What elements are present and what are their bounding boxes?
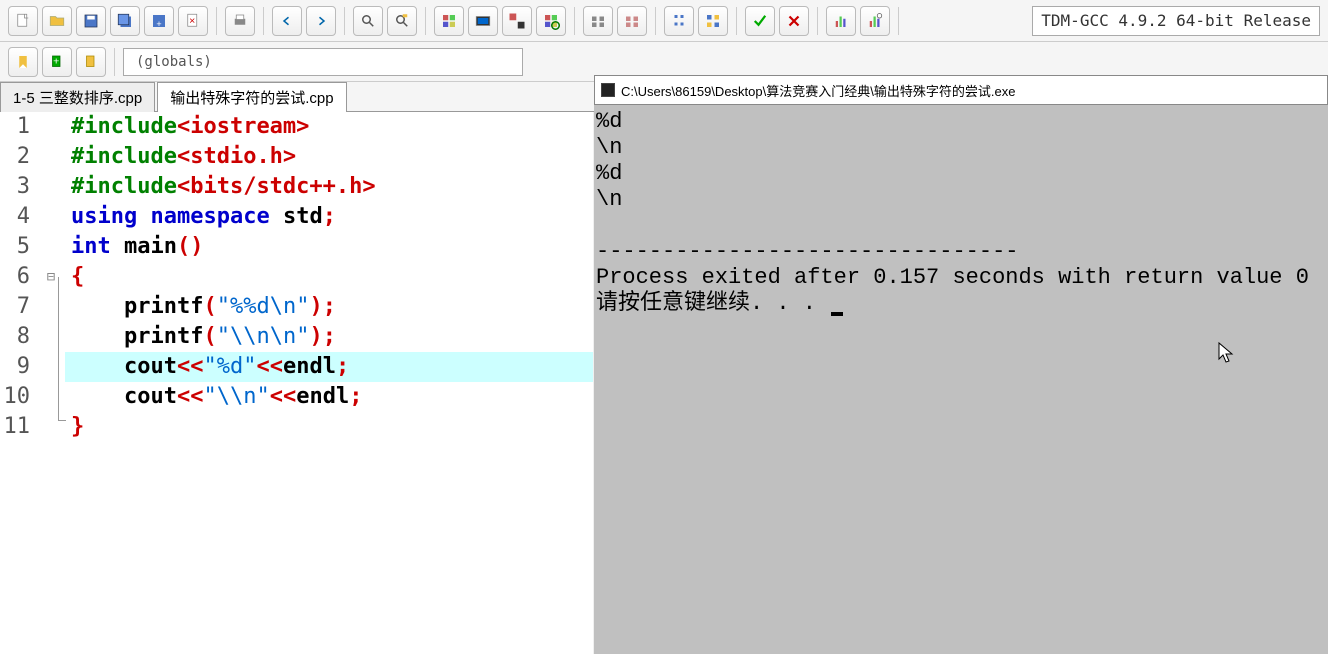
- console-output[interactable]: %d \n %d \n ----------------------------…: [594, 105, 1328, 654]
- code-line[interactable]: int main(): [65, 232, 593, 262]
- close-button[interactable]: ×: [178, 6, 208, 36]
- toolbar-separator: [898, 7, 899, 35]
- console-icon: [601, 83, 615, 97]
- code-line[interactable]: printf("%%d\n");: [65, 292, 593, 322]
- debug-button[interactable]: [583, 6, 613, 36]
- toolbar-separator: [216, 7, 217, 35]
- open-file-button[interactable]: [42, 6, 72, 36]
- tab-file-1[interactable]: 1-5 三整数排序.cpp: [0, 82, 155, 112]
- profile-results-button[interactable]: [860, 6, 890, 36]
- line-number: 6: [0, 262, 30, 292]
- toolbar-separator: [817, 7, 818, 35]
- compiler-selector[interactable]: TDM-GCC 4.9.2 64-bit Release: [1032, 6, 1320, 36]
- line-number: 7: [0, 292, 30, 322]
- print-button[interactable]: [225, 6, 255, 36]
- find-button[interactable]: [353, 6, 383, 36]
- check-button[interactable]: [745, 6, 775, 36]
- code-editor[interactable]: 1 2 3 4 5 6 7 8 9 10 11 ⊟ #include<iostr…: [0, 112, 593, 654]
- svg-text:+: +: [53, 55, 59, 67]
- run-button[interactable]: [468, 6, 498, 36]
- console-line: \n: [596, 135, 622, 160]
- save-button[interactable]: [76, 6, 106, 36]
- console-line: %d: [596, 109, 622, 134]
- console-titlebar[interactable]: C:\Users\86159\Desktop\算法竞赛入门经典\输出特殊字符的尝…: [594, 75, 1328, 105]
- toolbar-separator: [114, 48, 115, 76]
- line-number: 11: [0, 412, 30, 442]
- toolbar-separator: [574, 7, 575, 35]
- svg-text:+: +: [156, 19, 161, 29]
- toolbar-separator: [655, 7, 656, 35]
- console-cursor: [831, 312, 843, 316]
- save-all-button[interactable]: [110, 6, 140, 36]
- line-number: 10: [0, 382, 30, 412]
- line-number: 4: [0, 202, 30, 232]
- line-number: 2: [0, 142, 30, 172]
- console-line: --------------------------------: [596, 239, 1018, 264]
- toolbar-separator: [425, 7, 426, 35]
- rebuild-button[interactable]: [536, 6, 566, 36]
- console-press-key: 请按任意键继续. . .: [596, 291, 829, 316]
- toggle-button[interactable]: [76, 47, 106, 77]
- line-number: 9: [0, 352, 30, 382]
- tab-file-2[interactable]: 输出特殊字符的尝试.cpp: [157, 82, 346, 112]
- code-line[interactable]: #include<iostream>: [65, 112, 593, 142]
- code-line[interactable]: cout<<"\\n"<<endl;: [65, 382, 593, 412]
- bookmark-button[interactable]: [8, 47, 38, 77]
- toolbar-separator: [263, 7, 264, 35]
- compile-run-button[interactable]: [502, 6, 532, 36]
- compile-button[interactable]: [434, 6, 464, 36]
- toolbar-separator: [736, 7, 737, 35]
- step-into-button[interactable]: [698, 6, 728, 36]
- redo-button[interactable]: [306, 6, 336, 36]
- console-line: %d: [596, 161, 622, 186]
- main-toolbar: + × TDM-GCC 4.9.2 64-bit Release: [0, 0, 1328, 42]
- scope-selector[interactable]: (globals): [123, 48, 523, 76]
- step-over-button[interactable]: [664, 6, 694, 36]
- code-line[interactable]: {: [65, 262, 593, 292]
- line-number: 5: [0, 232, 30, 262]
- console-line: \n: [596, 187, 622, 212]
- stop-button[interactable]: [779, 6, 809, 36]
- save-as-button[interactable]: +: [144, 6, 174, 36]
- code-line[interactable]: printf("\\n\n");: [65, 322, 593, 352]
- line-number: 1: [0, 112, 30, 142]
- mouse-cursor-icon: [1159, 315, 1237, 399]
- code-line[interactable]: #include<bits/stdc++.h>: [65, 172, 593, 202]
- new-file-button[interactable]: [8, 6, 38, 36]
- undo-button[interactable]: [272, 6, 302, 36]
- replace-button[interactable]: [387, 6, 417, 36]
- profile-button[interactable]: [826, 6, 856, 36]
- code-line[interactable]: using namespace std;: [65, 202, 593, 232]
- fold-guide: [58, 277, 59, 420]
- goto-button[interactable]: +: [42, 47, 72, 77]
- debug-alt-button[interactable]: [617, 6, 647, 36]
- svg-text:×: ×: [189, 15, 195, 27]
- toolbar-separator: [344, 7, 345, 35]
- code-line-highlighted[interactable]: cout<<"%d"<<endl;: [65, 352, 593, 382]
- code-line[interactable]: #include<stdio.h>: [65, 142, 593, 172]
- code-content[interactable]: #include<iostream> #include<stdio.h> #in…: [65, 112, 593, 442]
- line-number: 3: [0, 172, 30, 202]
- console-exit-line: Process exited after 0.157 seconds with …: [596, 265, 1309, 290]
- console-title: C:\Users\86159\Desktop\算法竞赛入门经典\输出特殊字符的尝…: [621, 81, 1015, 100]
- code-line[interactable]: }: [65, 412, 593, 442]
- line-number: 8: [0, 322, 30, 352]
